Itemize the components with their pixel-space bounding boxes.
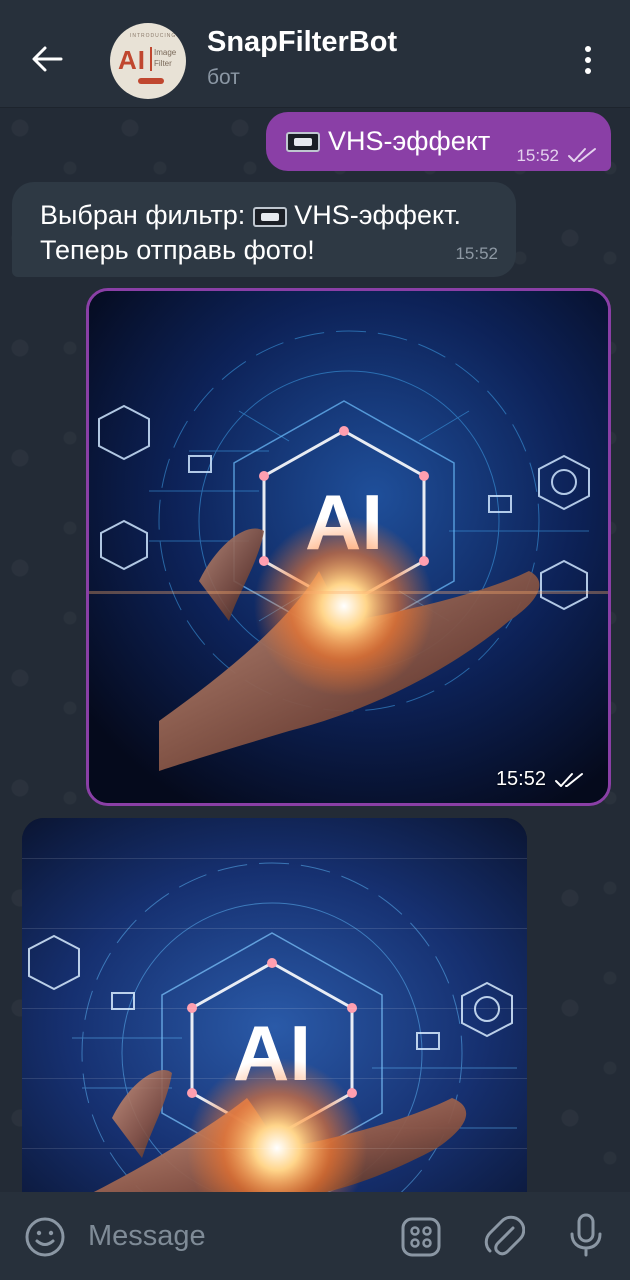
emoji-button[interactable] bbox=[24, 1216, 66, 1258]
outgoing-message[interactable]: VHS-эффект 15:52 bbox=[266, 112, 611, 171]
videocassette-icon bbox=[252, 206, 287, 227]
avatar-pill bbox=[138, 78, 164, 84]
message-time: 15:52 bbox=[516, 146, 559, 165]
ai-hand-image: AI bbox=[89, 291, 608, 803]
dot-icon bbox=[585, 57, 591, 63]
arrow-left-icon bbox=[32, 46, 63, 72]
incoming-photo-message[interactable]: AI bbox=[22, 818, 527, 1192]
more-options-button[interactable] bbox=[572, 38, 604, 82]
bot-commands-button[interactable] bbox=[400, 1216, 442, 1258]
outgoing-message-text: VHS-эффект bbox=[286, 126, 490, 157]
message-input-bar bbox=[0, 1192, 630, 1280]
avatar-divider bbox=[150, 47, 152, 71]
outgoing-photo-message[interactable]: AI 15:52 bbox=[86, 288, 611, 806]
outgoing-message-label: VHS-эффект bbox=[328, 126, 491, 156]
incoming-message[interactable]: Выбран фильтр: VHS-эффект. Теперь отправ… bbox=[12, 182, 516, 277]
photo-time-text: 15:52 bbox=[495, 768, 546, 790]
smiley-icon bbox=[25, 1217, 65, 1257]
microphone-icon bbox=[570, 1213, 602, 1257]
incoming-line1-prefix: Выбран фильтр: bbox=[40, 200, 246, 230]
chat-header: INTRODUCING AI Image Filter SnapFilterBo… bbox=[0, 0, 630, 108]
voice-message-button[interactable] bbox=[566, 1212, 606, 1258]
photo-message-time: 15:52 bbox=[496, 768, 586, 791]
chat-title[interactable]: SnapFilterBot bbox=[207, 26, 397, 59]
bot-menu-icon bbox=[401, 1217, 441, 1257]
dot-icon bbox=[585, 68, 591, 74]
chat-subtitle: бот bbox=[207, 66, 240, 89]
paperclip-icon bbox=[484, 1215, 526, 1256]
attach-button[interactable] bbox=[483, 1214, 526, 1258]
dot-icon bbox=[585, 46, 591, 52]
avatar-ai-text: AI bbox=[118, 45, 146, 75]
avatar-top-text: INTRODUCING bbox=[130, 33, 177, 39]
avatar-sub-text: Image Filter bbox=[154, 47, 176, 69]
videocassette-icon bbox=[286, 131, 320, 152]
avatar-sub-line-1: Image bbox=[154, 48, 177, 57]
incoming-line2: Теперь отправь фото! bbox=[40, 235, 315, 265]
double-check-icon bbox=[568, 148, 596, 162]
avatar-sub-line-2: Filter bbox=[154, 59, 172, 68]
double-check-icon bbox=[555, 772, 583, 787]
back-button[interactable] bbox=[20, 36, 74, 82]
message-input[interactable] bbox=[88, 1214, 378, 1258]
incoming-line1-suffix: VHS-эффект. bbox=[294, 200, 461, 230]
incoming-message-text: Выбран фильтр: VHS-эффект. Теперь отправ… bbox=[40, 198, 510, 268]
bot-avatar[interactable]: INTRODUCING AI Image Filter bbox=[110, 23, 186, 99]
ai-hand-vhs-image: AI bbox=[22, 818, 527, 1192]
chat-area[interactable]: VHS-эффект 15:52 Выбран фильтр: VHS-эффе… bbox=[0, 108, 630, 1192]
message-time: 15:52 bbox=[455, 244, 498, 263]
